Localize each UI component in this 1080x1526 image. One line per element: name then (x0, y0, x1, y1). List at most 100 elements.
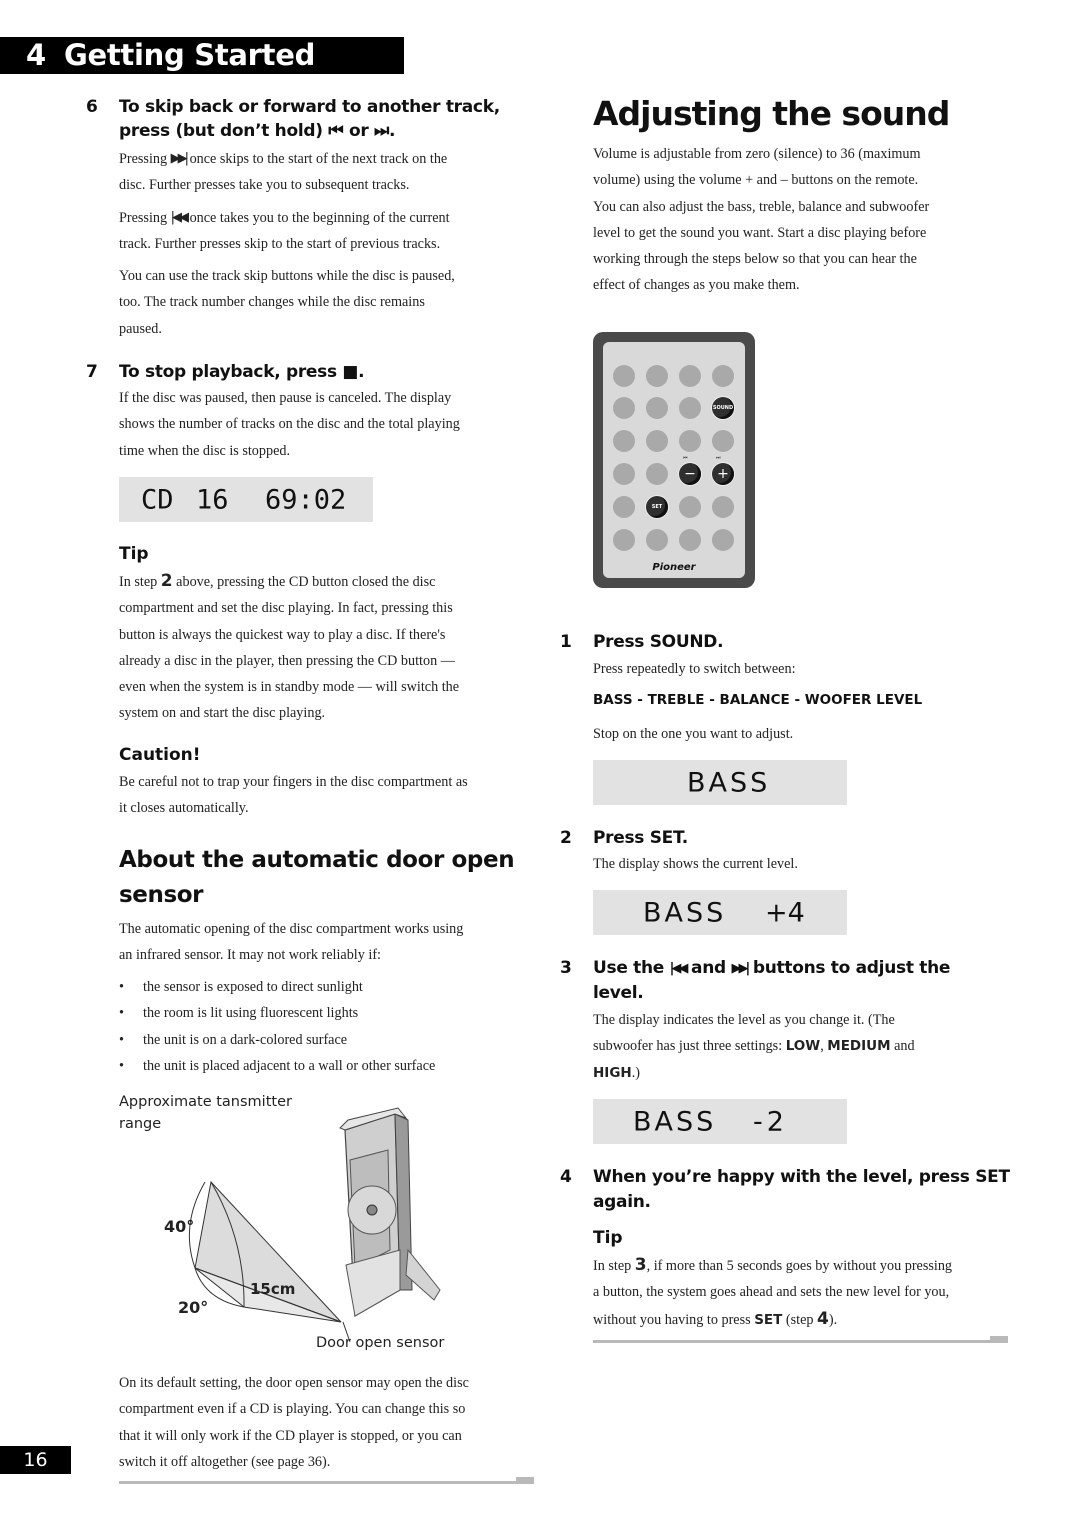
step-ref: 3 (634, 1255, 647, 1275)
chapter-title: Getting Started (64, 38, 316, 72)
text: In step (593, 1258, 635, 1274)
remote-button (679, 430, 701, 452)
angle-upper-label: 40° (164, 1217, 194, 1236)
text: the unit is on a dark-colored surface (143, 1032, 348, 1048)
minus-button: − (679, 463, 701, 485)
distance-label: 15cm (250, 1280, 295, 1298)
text: shows the number of tracks on the disc a… (119, 416, 460, 433)
prev-track-icon: ⏮ (683, 455, 688, 461)
setting-low: LOW (785, 1038, 821, 1055)
remote-button (613, 365, 635, 387)
setting-high: HIGH (593, 1064, 632, 1081)
text: If the disc was paused, then pause is ca… (119, 390, 452, 406)
text: system on and start the disc playing. (119, 705, 326, 722)
text: disc. Further presses take you to subseq… (119, 177, 410, 194)
text: working through the steps below so that … (593, 251, 917, 268)
text: subwoofer has just three settings: (593, 1038, 786, 1055)
step-title: Press SET. (593, 828, 688, 848)
sound-intro: Volume is adjustable from zero (silence)… (593, 141, 929, 299)
remote-button (613, 463, 635, 485)
text: In step (119, 574, 161, 590)
lcd-display-bass-plus: BASS +4 (593, 890, 847, 935)
text: without you having to press (593, 1311, 755, 1328)
chapter-header: 4 Getting Started (0, 37, 404, 74)
text: once takes you to the beginning of the c… (186, 209, 450, 226)
step-4-tip-body: In step 3, if more than 5 seconds goes b… (593, 1252, 952, 1333)
text: On its default setting, the door open se… (119, 1375, 469, 1391)
text: time when the disc is stopped. (119, 442, 291, 459)
step-title-line: press (but don’t hold) ⏮ or ⏭. (119, 121, 396, 141)
lcd-display-cd: CD 16 69:02 (119, 477, 373, 522)
text: volume) using the volume + and – buttons… (593, 172, 919, 189)
display-source: CD (141, 484, 174, 515)
skip-back-icon: |◀◀ (170, 209, 189, 225)
text: and (685, 958, 732, 978)
display-level: -2 (753, 1106, 788, 1137)
display-mode: BASS (643, 897, 727, 928)
display-level: +4 (765, 897, 805, 928)
text: the room is lit using fluorescent lights (143, 1005, 359, 1021)
text: compartment and set the disc playing. In… (119, 600, 453, 617)
chapter-number: 4 (26, 38, 46, 72)
remote-button (712, 529, 734, 551)
step-3-body: The display indicates the level as you c… (593, 1007, 915, 1086)
step-2-body: The display shows the current level. (593, 856, 798, 872)
plus-button: + (712, 463, 734, 485)
remote-button (613, 397, 635, 419)
step-ref: 4 (817, 1308, 829, 1329)
section-end-rule (593, 1340, 1008, 1343)
step-1-body: Press repeatedly to switch between: (593, 661, 796, 677)
text: Pressing (119, 151, 171, 167)
text: Be careful not to trap your fingers in t… (119, 774, 468, 790)
text: buttons to adjust the (747, 958, 951, 978)
lcd-display-bass-minus: BASS -2 (593, 1099, 847, 1144)
skip-forward-icon: ▶▶| (170, 151, 189, 166)
tip-body: In step 2 above, pressing the CD button … (119, 568, 459, 727)
remote-face: SOUND ⏮ ⏭ − + SET Pioneer (603, 342, 745, 578)
brand-logo: Pioneer (652, 562, 696, 573)
text: switch it off altogether (see page 36). (119, 1453, 331, 1470)
text: the sensor is exposed to direct sunlight (143, 979, 363, 995)
set-ref: SET (754, 1311, 783, 1328)
step-1-body-2: Stop on the one you want to adjust. (593, 726, 794, 742)
step-number: 1 (560, 632, 572, 652)
text: compartment even if a CD is playing. You… (119, 1401, 466, 1418)
set-button: SET (646, 496, 668, 518)
display-mode: BASS (687, 767, 771, 798)
step-title: Use the |◀◀ and ▶▶| buttons to adjust th… (593, 956, 950, 981)
text: Use the (593, 958, 670, 978)
remote-button (712, 430, 734, 452)
door-sensor-label: Door open sensor (316, 1335, 445, 1351)
step-title: Press SOUND. (593, 632, 724, 652)
text: above, pressing the CD button closed the… (172, 574, 436, 590)
door-sensor-intro: The automatic opening of the disc compar… (119, 916, 463, 969)
section-heading-door-sensor: About the automatic door open sensor (119, 843, 515, 913)
caution-body: Be careful not to trap your fingers in t… (119, 769, 468, 822)
text: The automatic opening of the disc compar… (119, 921, 464, 937)
text: Pressing (119, 209, 171, 226)
text: an infrared sensor. It may not work reli… (119, 947, 381, 964)
remote-button (613, 430, 635, 452)
remote-button (646, 397, 668, 419)
text: , if more than 5 seconds goes by without… (646, 1258, 953, 1274)
section-title: Adjusting the sound (593, 94, 950, 133)
text: (step (782, 1311, 818, 1328)
lcd-display-bass: BASS (593, 760, 847, 805)
remote-button (646, 430, 668, 452)
heading-line: About the automatic door open (119, 847, 515, 873)
text: the unit is placed adjacent to a wall or… (143, 1058, 436, 1074)
remote-button (613, 496, 635, 518)
text: effect of changes as you make them. (593, 277, 800, 294)
display-time: 69:02 (265, 484, 347, 515)
next-track-icon: ⏭ (716, 455, 721, 461)
remote-button (646, 529, 668, 551)
section-end-marker (516, 1477, 534, 1484)
display-tracks: 16 (196, 484, 229, 515)
text: and (890, 1038, 915, 1055)
step-title-line: To skip back or forward to another track… (119, 97, 500, 117)
remote-button (646, 365, 668, 387)
cd-unit-illustration: 40° 20° 15cm (164, 1107, 441, 1343)
text: button is always the quickest way to pla… (119, 626, 446, 643)
remote-button (679, 496, 701, 518)
angle-lower-label: 20° (178, 1298, 208, 1317)
